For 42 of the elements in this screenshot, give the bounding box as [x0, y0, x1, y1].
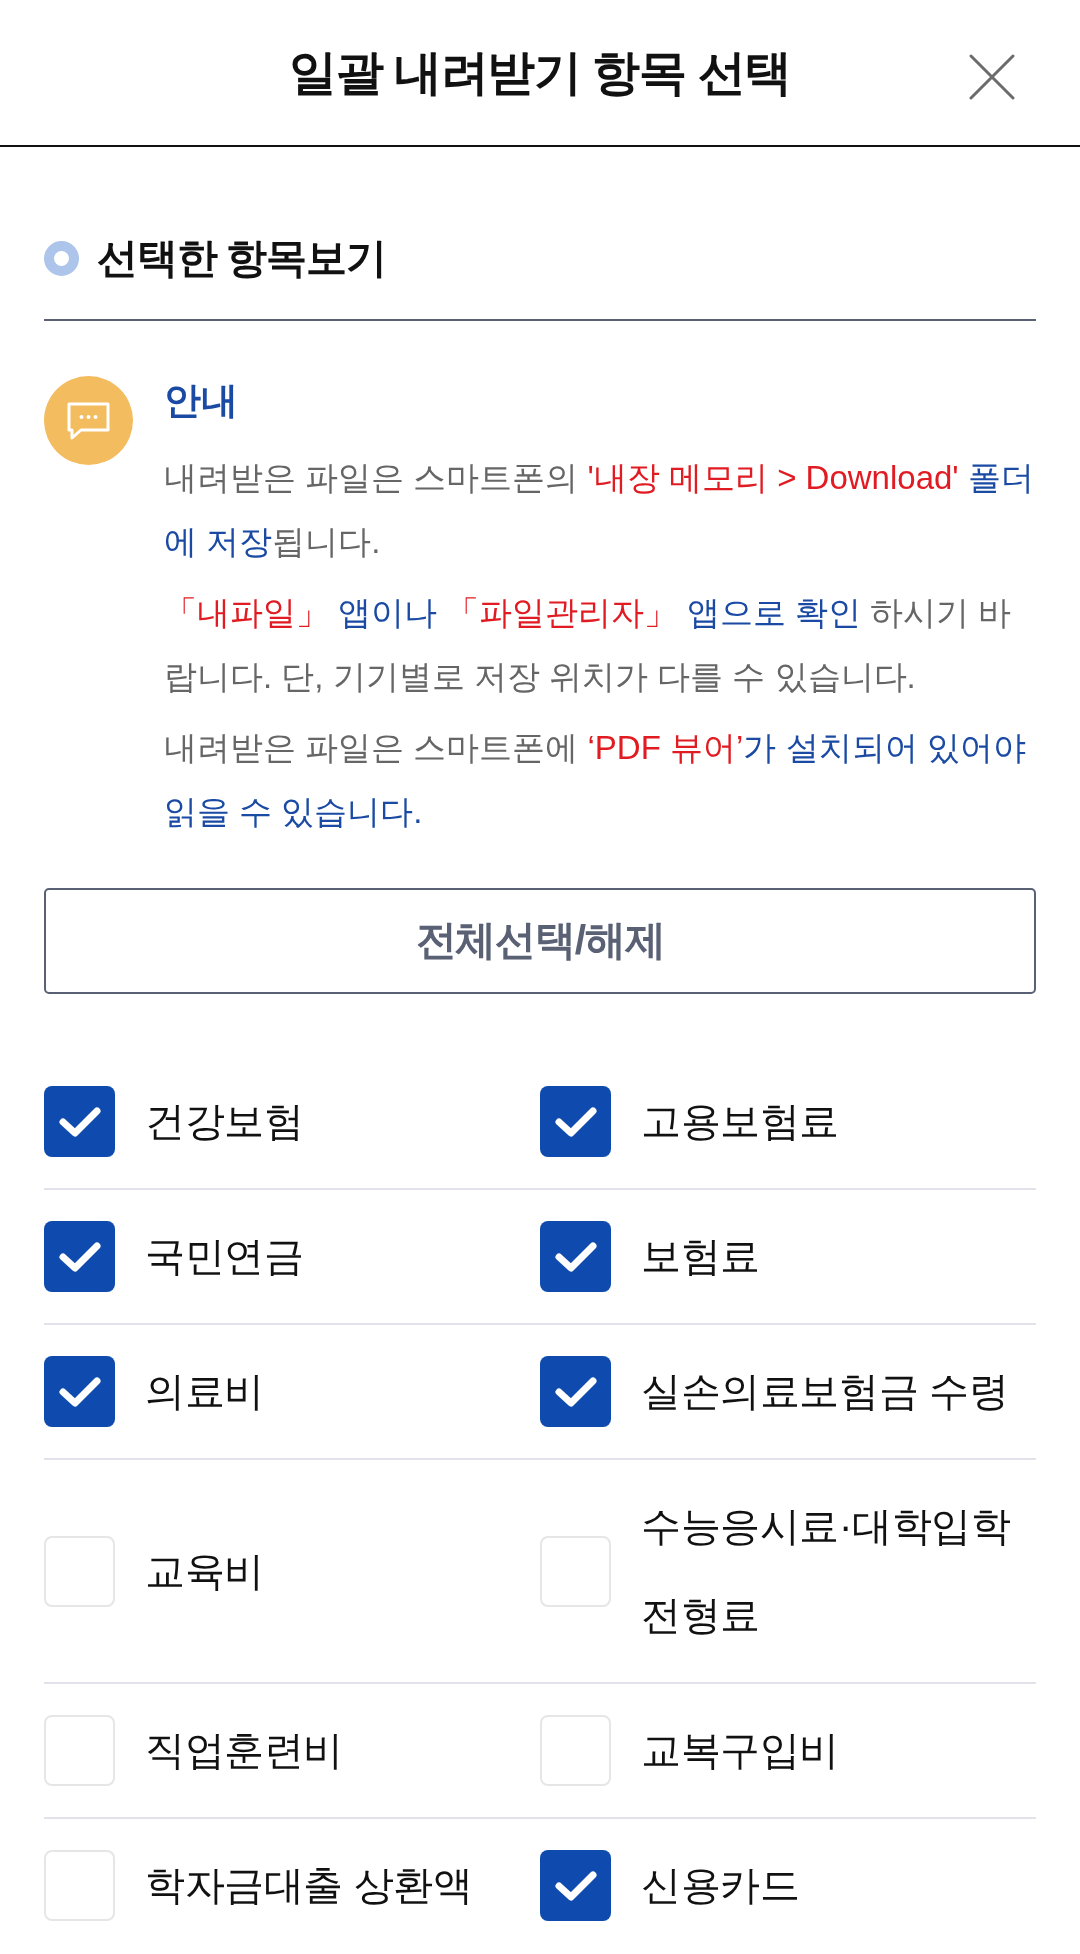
checkbox-label[interactable]: 교육비	[145, 1526, 264, 1616]
checkbox[interactable]	[44, 1850, 115, 1921]
checkbox-label[interactable]: 직업훈련비	[145, 1706, 343, 1795]
check-icon	[58, 1105, 101, 1138]
check-icon	[554, 1240, 597, 1273]
check-icon	[554, 1869, 597, 1902]
checkbox-label[interactable]: 국민연금	[145, 1212, 304, 1301]
notice-paragraph: 내려받은 파일은 스마트폰에 ‘PDF 뷰어’가 설치되어 있어야 읽을 수 있습니다.	[164, 728, 1027, 832]
check-icon	[554, 1375, 597, 1408]
checkbox[interactable]	[540, 1850, 611, 1921]
check-icon	[554, 1105, 597, 1138]
close-icon	[969, 54, 1015, 100]
checkbox-label[interactable]: 건강보험	[145, 1077, 304, 1166]
check-icon	[58, 1240, 101, 1273]
checkbox[interactable]	[44, 1221, 115, 1292]
notice-paragraph: 내려받은 파일은 스마트폰의 '내장 메모리 > Download' 폴더에 저장됩니다.	[164, 458, 1035, 562]
checkbox-label[interactable]: 의료비	[145, 1347, 264, 1436]
notice-paragraph: 「내파일」 앱이나 「파일관리자」 앱으로 확인 하시기 바랍니다. 단, 기기별로 저장 위치가 다를 수 있습니다.	[164, 593, 1013, 697]
close-button[interactable]	[969, 54, 1015, 100]
checkbox[interactable]	[540, 1356, 611, 1427]
checkbox[interactable]	[44, 1356, 115, 1427]
checkbox-label[interactable]: 학자금대출 상환액	[145, 1841, 473, 1930]
check-icon	[58, 1375, 101, 1408]
checkbox-label[interactable]: 수능응시료·대학입학전형료	[641, 1482, 1031, 1660]
checkbox-label[interactable]: 고용보험료	[641, 1077, 839, 1166]
checkbox[interactable]	[540, 1715, 611, 1786]
checkbox-label[interactable]: 실손의료보험금 수령	[641, 1347, 1009, 1436]
checkbox-label[interactable]: 보험료	[641, 1212, 760, 1301]
checkbox[interactable]	[44, 1715, 115, 1786]
ring-icon	[44, 240, 79, 276]
checkbox[interactable]	[540, 1086, 611, 1157]
checkbox-label[interactable]: 교복구입비	[641, 1706, 839, 1795]
checkbox[interactable]	[44, 1086, 115, 1157]
chat-bubble-icon	[44, 376, 133, 465]
notice-title: 안내	[164, 379, 238, 423]
checkbox-label[interactable]: 신용카드	[641, 1841, 800, 1930]
select-all-button[interactable]: 전체선택/해제	[44, 888, 1036, 994]
checkbox[interactable]	[540, 1535, 611, 1607]
checkbox[interactable]	[540, 1221, 611, 1292]
checkbox[interactable]	[44, 1535, 115, 1607]
section-title: 선택한 항목보기	[97, 234, 386, 283]
dialog-title: 일괄 내려받기 항목 선택	[289, 44, 791, 101]
